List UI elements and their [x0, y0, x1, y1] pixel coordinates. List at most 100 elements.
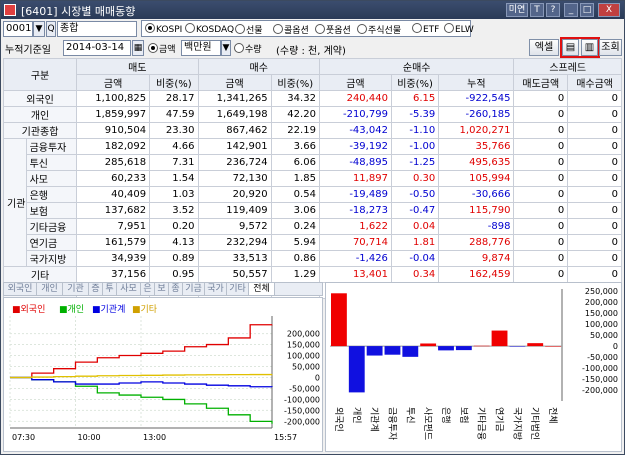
amount-radio[interactable]: 금액 [148, 42, 176, 55]
help-button[interactable]: ? [546, 3, 560, 17]
table-row[interactable]: 기관종합 910,504 23.30 867,462 22.19 -43,042 -1.10… [2, 122, 622, 139]
y-tick-label: 150,000 [585, 309, 618, 318]
tab-item[interactable]: 사모 [117, 283, 141, 295]
buy-ratio-cell: 1.29 [270, 266, 320, 283]
market-radio-elw[interactable]: ELW [444, 23, 474, 35]
net-ratio-cell: -5.39 [390, 106, 440, 123]
table-row[interactable]: 연기금 161,579 4.13 232,294 5.94 70,714 1.81 288,7… [4, 234, 622, 251]
bar-chart-panel: 250,000 200,000 150,000 100,000 50,000 0 -50,0… [325, 282, 622, 452]
tab-item[interactable]: 외국인 [4, 283, 37, 295]
title-bar[interactable]: [6401] 시장별 매매동향 미연 T ? _ □ X [1, 1, 624, 19]
calendar-icon[interactable]: ▦ [132, 40, 144, 56]
radio-dot-icon [412, 23, 422, 33]
tab-item[interactable]: 기금 [183, 283, 205, 295]
sell-amount-cell: 34,939 [76, 250, 151, 267]
buy-amount-cell: 9,572 [197, 218, 272, 235]
row-name: 은행 [25, 186, 78, 203]
tab-item[interactable]: 은 [141, 283, 155, 295]
maximize-button[interactable]: □ [580, 3, 594, 17]
search-icon[interactable]: Q [46, 21, 56, 37]
spread-buy-cell: 0 [567, 202, 622, 219]
bar [438, 346, 454, 351]
sell-ratio-cell: 3.52 [149, 202, 199, 219]
chevron-down-icon[interactable]: ▼ [221, 40, 231, 56]
minimize-button[interactable]: _ [564, 3, 578, 17]
x-tick-label: 10:00 [78, 433, 101, 442]
header-net-ratio: 비중(%) [390, 74, 440, 91]
radio-dot-icon [444, 23, 454, 33]
table-row[interactable]: 외국인 1,100,825 28.17 1,341,265 34.32 240,440 6.… [2, 90, 622, 107]
row-name: 투신 [25, 154, 78, 171]
table-row[interactable]: 기타금융 7,951 0.20 9,572 0.24 1,622 0.04 -898 0 0 [4, 218, 622, 235]
table-row[interactable]: 보험 137,682 3.52 119,409 3.06 -18,273 -0.47 115,… [4, 202, 622, 219]
spread-sell-cell: 0 [513, 106, 569, 123]
link-button[interactable]: 미연 [506, 3, 528, 17]
table-row[interactable]: 기타 37,156 0.95 50,557 1.29 13,401 0.34 162,459 0… [2, 266, 622, 283]
unit-select[interactable]: 백만원 [181, 40, 221, 56]
table-row[interactable]: 기관 금융투자 182,092 4.66 142,901 3.66 -39,192 -1.00… [3, 138, 622, 267]
excel-button[interactable]: 엑셀 [529, 39, 559, 56]
tab-item[interactable]: 개인 [37, 283, 63, 295]
row-name: 보험 [25, 202, 78, 219]
tab-item[interactable]: 보 [155, 283, 169, 295]
sell-amount-cell: 1,100,825 [76, 90, 151, 107]
tab-item[interactable]: 증 [89, 283, 103, 295]
buy-amount-cell: 236,724 [197, 154, 272, 171]
font-button[interactable]: T [530, 3, 544, 17]
category-label: 사모펀드 [422, 407, 433, 440]
market-radio-call[interactable]: 콜옵션 [273, 23, 309, 36]
y-tick-label: 50,000 [590, 331, 618, 340]
y-tick-label: 250,000 [585, 287, 618, 296]
sell-ratio-cell: 7.31 [149, 154, 199, 171]
buy-ratio-cell: 0.24 [270, 218, 320, 235]
row-name: 금융투자 [25, 138, 78, 155]
cumulative-cell: 495,635 [438, 154, 515, 171]
net-amount-cell: 11,897 [318, 170, 392, 187]
market-radio-put[interactable]: 풋옵션 [315, 23, 351, 36]
market-radio-kosdaq[interactable]: KOSDAQ [185, 23, 234, 35]
net-amount-cell: -48,895 [318, 154, 392, 171]
market-radio-etf[interactable]: ETF [412, 23, 439, 35]
table-row[interactable]: 투신 285,618 7.31 236,724 6.06 -48,895 -1.25 495,… [4, 154, 622, 171]
code-dropdown-button[interactable]: ▼ [33, 21, 45, 37]
market-radio-group: KOSPI KOSDAQ 선물 콜옵션 풋옵션 주식선물 ETF ELW [141, 20, 474, 37]
table-row[interactable]: 은행 40,409 1.03 20,920 0.54 -19,489 -0.50 -30,66… [4, 186, 622, 203]
tab-item[interactable]: 기관 [63, 283, 89, 295]
header-sell-ratio: 비중(%) [149, 74, 199, 91]
query-button[interactable]: 조회 [599, 39, 622, 56]
cumulative-cell: 1,020,271 [438, 122, 515, 139]
buy-amount-cell: 20,920 [197, 186, 272, 203]
buy-amount-cell: 119,409 [197, 202, 272, 219]
bar [366, 346, 383, 356]
code-input[interactable]: 0001 [3, 21, 33, 37]
spread-buy-cell: 0 [567, 122, 622, 139]
close-button[interactable]: X [598, 3, 620, 17]
tab-item[interactable]: 기타 [227, 283, 249, 295]
tab-item[interactable]: 전체 [249, 283, 275, 295]
header-group: 구분 [2, 58, 78, 91]
market-radio-kospi[interactable]: KOSPI [145, 23, 182, 35]
tab-item[interactable]: 국가 [205, 283, 227, 295]
cumulative-cell: 288,776 [438, 234, 515, 251]
table-view-icon[interactable]: ▤ [562, 39, 579, 56]
net-amount-cell: 240,440 [318, 90, 392, 107]
x-tick-label: 15:57 [274, 433, 297, 442]
row-name: 국가지방 [25, 250, 78, 267]
table-row[interactable]: 개인 1,859,997 47.59 1,649,198 42.20 -210,799 -5… [2, 106, 622, 123]
net-ratio-cell: -1.10 [390, 122, 440, 139]
spread-buy-cell: 0 [567, 250, 622, 267]
net-ratio-cell: -0.50 [390, 186, 440, 203]
row-name: 사모 [25, 170, 78, 187]
sell-amount-cell: 910,504 [76, 122, 151, 139]
market-radio-futures[interactable]: 선물 [235, 23, 263, 36]
qty-radio[interactable]: 수량 [234, 42, 262, 55]
bar-chart: 250,000 200,000 150,000 100,000 50,000 0 -50,0… [330, 287, 618, 441]
date-input[interactable]: 2014-03-14 [63, 40, 131, 56]
market-radio-stock-futures[interactable]: 주식선물 [357, 23, 401, 36]
tab-item[interactable]: 종 [169, 283, 183, 295]
chart-view-icon[interactable]: ▥ [581, 39, 598, 56]
tab-item[interactable]: 투 [103, 283, 117, 295]
y-tick-label: 200,000 [585, 298, 618, 307]
table-row[interactable]: 국가지방 34,939 0.89 33,513 0.86 -1,426 -0.04 9,874… [4, 250, 622, 267]
table-row[interactable]: 사모 60,233 1.54 72,130 1.85 11,897 0.30 105,994 0… [4, 170, 622, 187]
